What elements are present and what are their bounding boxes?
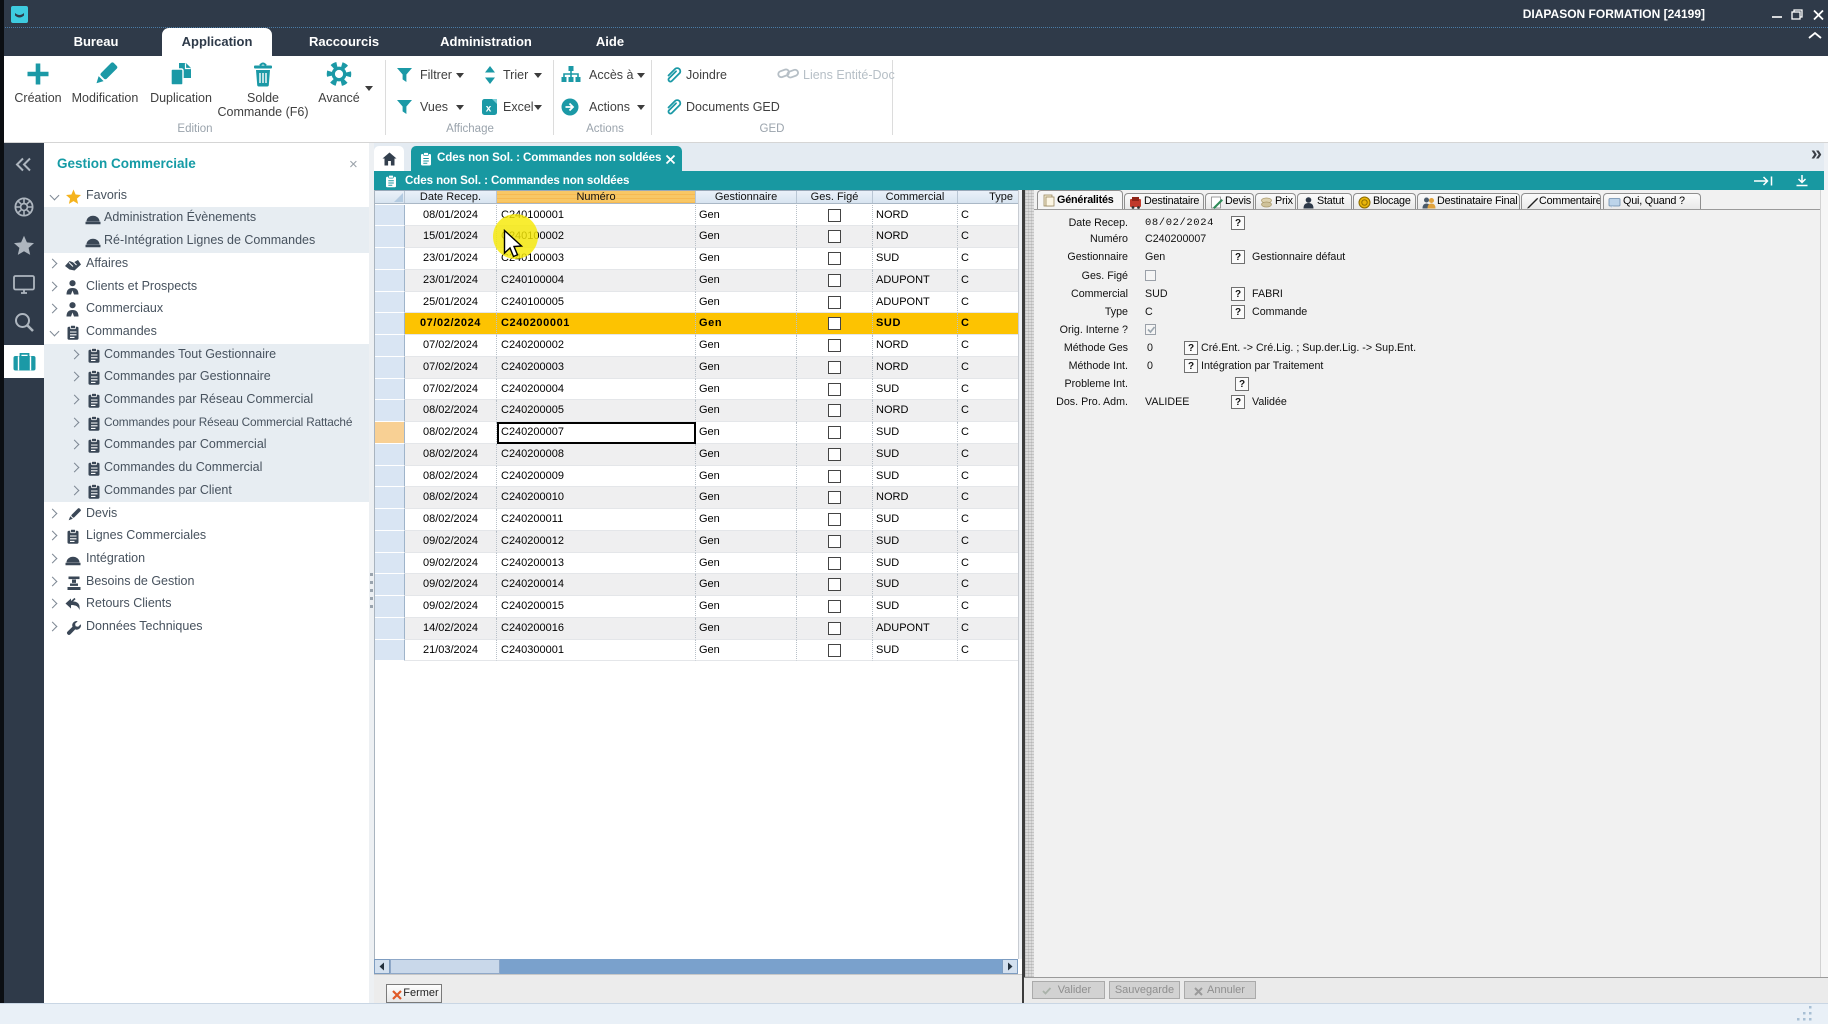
svg-text:x: x — [486, 104, 492, 115]
